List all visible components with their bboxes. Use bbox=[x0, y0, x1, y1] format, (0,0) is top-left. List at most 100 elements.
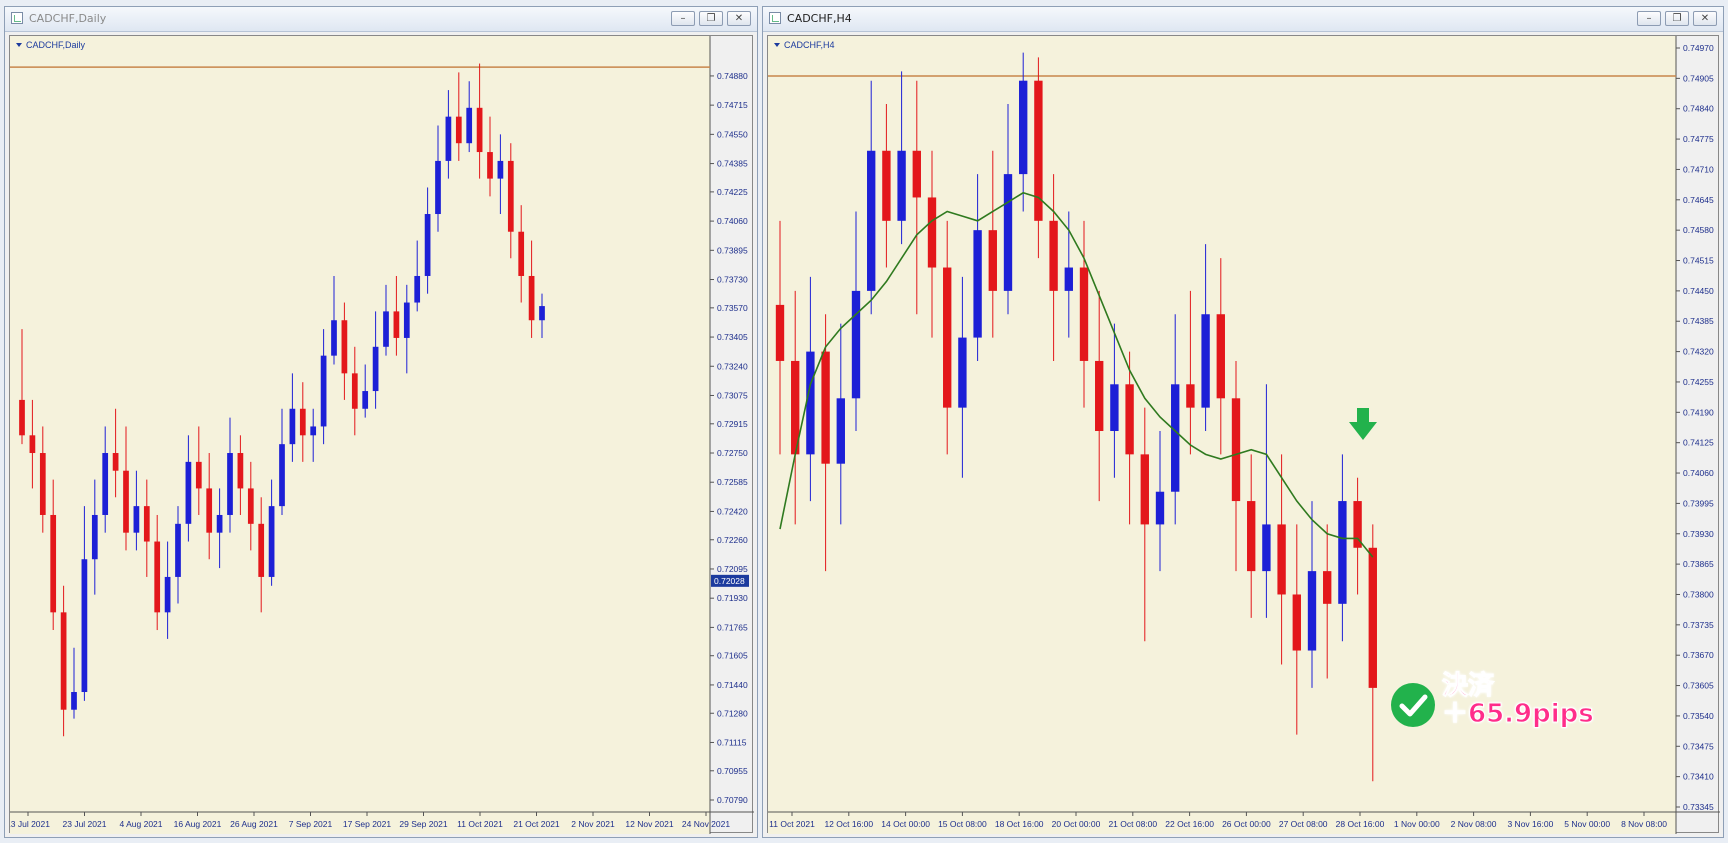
candle-body bbox=[227, 453, 233, 515]
candle-body bbox=[310, 426, 317, 436]
x-tick-label: 23 Jul 2021 bbox=[63, 819, 107, 829]
chart-area-daily[interactable]: CADCHF,Daily 0.74880 0.74715 0.74550 0.7438… bbox=[9, 35, 754, 834]
y-tick-label: 0.73475 bbox=[1683, 741, 1714, 751]
y-tick-label: 0.74060 bbox=[1683, 468, 1714, 478]
candle-body bbox=[1231, 398, 1241, 502]
check-circle-icon bbox=[1391, 683, 1435, 727]
candle-body bbox=[71, 692, 77, 710]
y-tick-label: 0.70790 bbox=[717, 795, 748, 805]
candle-body bbox=[320, 355, 327, 427]
y-tick-label: 0.72420 bbox=[717, 506, 748, 516]
candle-body bbox=[237, 453, 244, 489]
candle-body bbox=[466, 107, 473, 144]
candle-body bbox=[60, 612, 67, 710]
candle-body bbox=[1292, 594, 1301, 651]
candle-body bbox=[102, 453, 109, 515]
settlement-badge: 決済 ＋65.9pips bbox=[1390, 672, 1610, 732]
candle-body bbox=[851, 290, 861, 399]
candle-body bbox=[1247, 501, 1256, 572]
x-tick-label: 28 Oct 16:00 bbox=[1336, 819, 1385, 829]
candle-body bbox=[943, 267, 952, 408]
candle-body bbox=[455, 116, 462, 144]
y-tick-label: 0.71765 bbox=[717, 622, 748, 632]
y-tick-label: 0.74060 bbox=[717, 216, 748, 226]
current-price-label: 0.72028 bbox=[714, 576, 745, 586]
close-button[interactable]: ✕ bbox=[727, 11, 751, 26]
y-tick-label: 0.73895 bbox=[717, 245, 748, 255]
candle-body bbox=[1125, 384, 1134, 455]
y-tick-label: 0.74550 bbox=[717, 129, 748, 139]
minimize-button[interactable]: – bbox=[671, 11, 695, 26]
candle-body bbox=[958, 337, 967, 408]
candle-body bbox=[91, 514, 98, 560]
x-tick-label: 7 Sep 2021 bbox=[289, 819, 333, 829]
x-tick-label: 21 Oct 08:00 bbox=[1108, 819, 1157, 829]
x-tick-label: 13 Jul 2021 bbox=[10, 819, 50, 829]
y-tick-label: 0.73240 bbox=[717, 361, 748, 371]
candle-body bbox=[821, 351, 830, 464]
x-tick-label: 2 Nov 2021 bbox=[571, 819, 615, 829]
x-tick-label: 22 Oct 16:00 bbox=[1165, 819, 1214, 829]
window-title: CADCHF,Daily bbox=[29, 12, 107, 25]
close-button[interactable]: ✕ bbox=[1693, 11, 1717, 26]
candle-body bbox=[1019, 80, 1028, 175]
x-tick-label: 15 Oct 08:00 bbox=[938, 819, 987, 829]
y-tick-label: 0.72260 bbox=[717, 535, 748, 545]
y-tick-label: 0.74125 bbox=[1683, 438, 1714, 448]
candle-body bbox=[279, 444, 285, 507]
candle-body bbox=[133, 506, 140, 533]
x-tick-label: 18 Oct 16:00 bbox=[995, 819, 1044, 829]
y-tick-label: 0.73405 bbox=[717, 332, 748, 342]
restore-button[interactable]: ❐ bbox=[699, 11, 723, 26]
y-tick-label: 0.74710 bbox=[1683, 164, 1714, 174]
candle-body bbox=[383, 311, 389, 347]
candle-body bbox=[289, 408, 296, 445]
candle-body bbox=[247, 488, 254, 524]
y-tick-label: 0.74450 bbox=[1683, 286, 1714, 296]
y-tick-label: 0.74880 bbox=[717, 71, 748, 81]
y-tick-label: 0.71930 bbox=[717, 593, 748, 603]
titlebar[interactable]: CADCHF,Daily – ❐ ✕ bbox=[5, 7, 757, 32]
candle-body bbox=[1155, 491, 1165, 525]
candle-body bbox=[435, 160, 441, 215]
x-tick-label: 11 Oct 2021 bbox=[457, 819, 503, 829]
y-tick-label: 0.73540 bbox=[1683, 711, 1714, 721]
minimize-button[interactable]: – bbox=[1637, 11, 1661, 26]
y-tick-label: 0.74385 bbox=[1683, 316, 1714, 326]
chart-window-h4[interactable]: CADCHF,H4 – ❐ ✕ CADCHF,H4 0.74970 0.74905… bbox=[762, 6, 1724, 838]
y-tick-label: 0.74715 bbox=[717, 100, 748, 110]
restore-button[interactable]: ❐ bbox=[1665, 11, 1689, 26]
chart-window-daily[interactable]: CADCHF,Daily – ❐ ✕ CADCHF,Daily 0.74880 0… bbox=[4, 6, 758, 838]
y-tick-label: 0.74580 bbox=[1683, 225, 1714, 235]
y-tick-label: 0.74905 bbox=[1683, 73, 1714, 83]
titlebar[interactable]: CADCHF,H4 – ❐ ✕ bbox=[763, 7, 1723, 32]
y-tick-label: 0.73865 bbox=[1683, 559, 1714, 569]
candle-body bbox=[1049, 220, 1058, 291]
y-tick-label: 0.73410 bbox=[1683, 772, 1714, 782]
chart-area-h4[interactable]: CADCHF,H4 0.74970 0.74905 0.74840 0.74775 0.… bbox=[767, 35, 1720, 834]
candle-body bbox=[331, 320, 337, 356]
y-tick-label: 0.74840 bbox=[1683, 104, 1714, 114]
chart-symbol-label: CADCHF,H4 bbox=[784, 40, 835, 50]
candle-body bbox=[81, 559, 88, 693]
candle-body bbox=[487, 152, 493, 179]
candle-body bbox=[351, 373, 358, 409]
candle-body bbox=[19, 399, 25, 436]
candle-body bbox=[403, 302, 410, 338]
y-tick-label: 0.73735 bbox=[1683, 620, 1714, 630]
y-tick-label: 0.71605 bbox=[717, 651, 748, 661]
candle-body bbox=[1064, 267, 1073, 291]
x-tick-label: 20 Oct 00:00 bbox=[1052, 819, 1101, 829]
candle-body bbox=[216, 514, 223, 533]
y-tick-label: 0.73930 bbox=[1683, 529, 1714, 539]
x-tick-label: 11 Oct 2021 bbox=[769, 819, 815, 829]
candle-body bbox=[867, 150, 876, 291]
candle-body bbox=[175, 523, 181, 577]
candle-body bbox=[268, 506, 275, 577]
candle-body bbox=[973, 230, 982, 338]
y-tick-label: 0.71440 bbox=[717, 680, 748, 690]
y-tick-label: 0.73605 bbox=[1683, 681, 1714, 691]
y-tick-label: 0.72750 bbox=[717, 448, 748, 458]
candle-body bbox=[1186, 384, 1195, 408]
candle-body bbox=[775, 304, 785, 361]
